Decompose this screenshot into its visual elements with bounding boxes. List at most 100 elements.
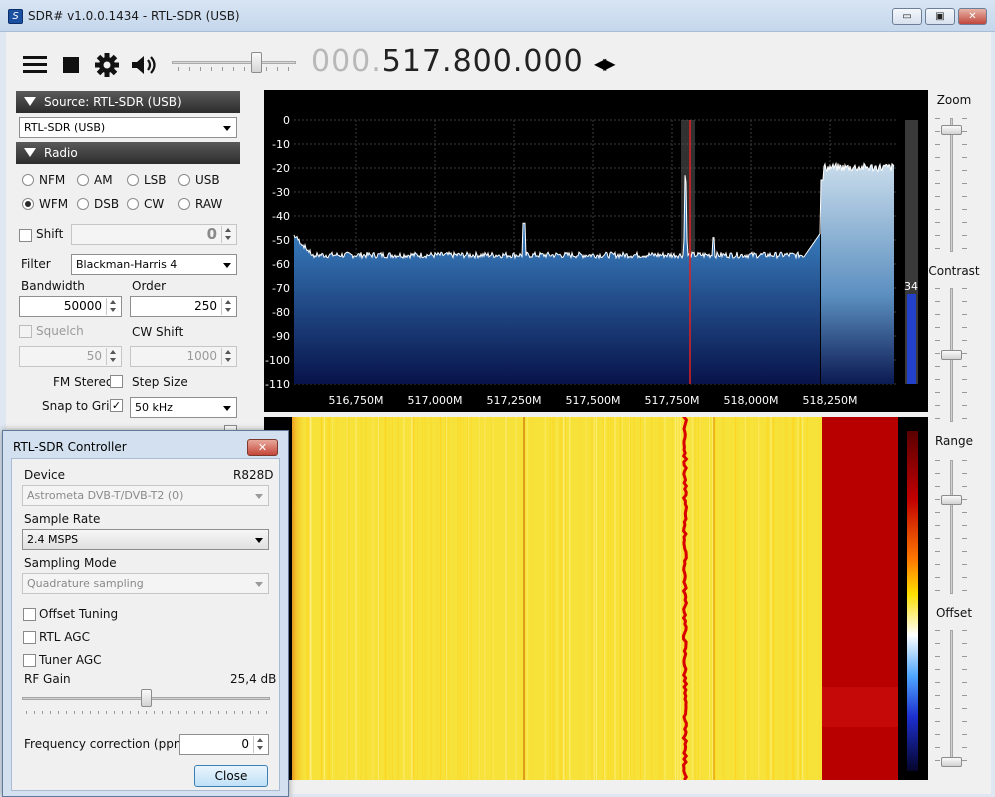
source-section-header[interactable]: Source: RTL-SDR (USB) [16,91,240,113]
frequency-display[interactable]: 000.517.800.000 [311,44,584,79]
volume-slider-track[interactable] [172,61,296,64]
slider-tick [962,695,967,696]
y-tick-label: -10 [272,138,290,151]
close-window-button[interactable]: ✕ [958,8,987,25]
radio-section-header[interactable]: Radio [16,142,240,164]
order-label: Order [132,279,167,293]
spectrum-analyzer[interactable]: 0 -10 -20 -30 -40 -50 -60 -70 -80 -90 -100 -110 516,… [264,90,928,412]
slider-tick [935,512,940,513]
shift-value: 0 [206,225,217,243]
shift-label: Shift [36,227,64,241]
slider-tick [935,118,940,119]
freq-corr-spinner[interactable]: 0 [179,734,269,755]
sample-rate-value: 2.4 MSPS [27,533,79,546]
tune-arrows-icon[interactable]: ◀▶ [594,54,616,73]
x-tick-label: 516,750M [329,394,384,407]
window-title: SDR# v1.0.0.1434 - RTL-SDR (USB) [28,9,240,23]
slider-tick [935,327,940,328]
fmstereo-checkbox[interactable] [110,375,123,388]
slider-tick [935,144,940,145]
slider-tick [962,353,967,354]
mode-label-cw: CW [144,197,165,211]
bandwidth-value: 50000 [63,299,102,313]
zoom-slider-track[interactable] [950,118,953,252]
hamburger-menu-icon[interactable] [22,53,48,77]
slider-tick [962,314,967,315]
mode-label-lsb: LSB [144,173,167,187]
mode-radio-usb[interactable] [178,174,190,186]
squelch-spinner[interactable]: 50 [19,346,122,367]
bandwidth-spinner[interactable]: 50000 [19,296,122,317]
slider-tick [962,460,967,461]
device-value: Astrometa DVB-T/DVB-T2 (0) [27,489,184,502]
slider-tick [935,248,940,249]
rtl-agc-checkbox[interactable] [23,631,36,644]
x-tick-label: 517,000M [408,394,463,407]
source-device-select[interactable]: RTL-SDR (USB) [19,117,237,138]
zoom-slider-thumb[interactable] [941,125,962,135]
mode-radio-am[interactable] [77,174,89,186]
speaker-icon[interactable] [130,53,156,77]
device-select[interactable]: Astrometa DVB-T/DVB-T2 (0) [22,485,269,506]
range-slider-track[interactable] [950,460,953,594]
sample-rate-label: Sample Rate [24,512,101,526]
shift-spinner[interactable]: 0 [71,224,237,245]
slider-tick [935,131,940,132]
slider-tick [962,196,967,197]
y-tick-label: -90 [272,330,290,343]
cwshift-spinner[interactable]: 1000 [130,346,237,367]
slider-tick [935,209,940,210]
slider-tick [935,340,940,341]
slider-tick [935,366,940,367]
filter-select[interactable]: Blackman-Harris 4 [71,254,237,275]
dialog-close-button[interactable]: ✕ [247,439,278,456]
gear-icon[interactable] [94,53,120,77]
rf-gain-slider-thumb[interactable] [141,689,152,707]
offset-tuning-checkbox[interactable] [23,608,36,621]
spin-arrows-icon [253,736,267,753]
minimize-button[interactable]: ▭ [892,8,922,25]
offset-slider-track[interactable] [950,630,953,764]
contrast-slider-thumb[interactable] [941,350,962,360]
cwshift-label: CW Shift [132,325,184,339]
mode-radio-wfm[interactable] [22,198,34,210]
slider-tick [935,196,940,197]
offset-slider-thumb[interactable] [941,757,962,767]
sampling-mode-select[interactable]: Quadrature sampling [22,573,269,594]
snap-checkbox[interactable]: ✓ [110,399,123,412]
order-spinner[interactable]: 250 [130,296,237,317]
spin-arrows-icon [221,348,235,365]
mode-radio-cw[interactable] [127,198,139,210]
slider-tick [935,235,940,236]
stepsize-select[interactable]: 50 kHz [130,397,237,418]
maximize-button[interactable]: ▣ [925,8,955,25]
x-tick-label: 518,000M [724,394,779,407]
squelch-checkbox[interactable] [19,325,32,338]
slider-tick [962,486,967,487]
tuner-agc-checkbox[interactable] [23,654,36,667]
slider-tick [962,512,967,513]
sdrsharp-logo-icon[interactable]: S [8,9,23,24]
slider-tick [962,473,967,474]
mode-radio-nfm[interactable] [22,174,34,186]
slider-tick [962,551,967,552]
stop-icon[interactable] [62,53,88,77]
shift-checkbox[interactable] [19,229,32,242]
slider-tick [962,288,967,289]
range-slider-thumb[interactable] [941,495,962,505]
contrast-label: Contrast [928,264,980,278]
volume-slider-thumb[interactable] [250,52,262,73]
dialog-close-action-button[interactable]: Close [194,765,268,787]
slider-tick [962,734,967,735]
mode-radio-raw[interactable] [178,198,190,210]
waterfall-plot [292,415,918,781]
mode-radio-dsb[interactable] [77,198,89,210]
slider-tick [962,118,967,119]
slider-tick [962,708,967,709]
spin-arrows-icon [221,298,235,315]
x-tick-label: 517,750M [645,394,700,407]
waterfall-display[interactable] [264,415,928,781]
sampling-mode-label: Sampling Mode [24,556,117,570]
mode-radio-lsb[interactable] [127,174,139,186]
sample-rate-select[interactable]: 2.4 MSPS [22,529,269,550]
